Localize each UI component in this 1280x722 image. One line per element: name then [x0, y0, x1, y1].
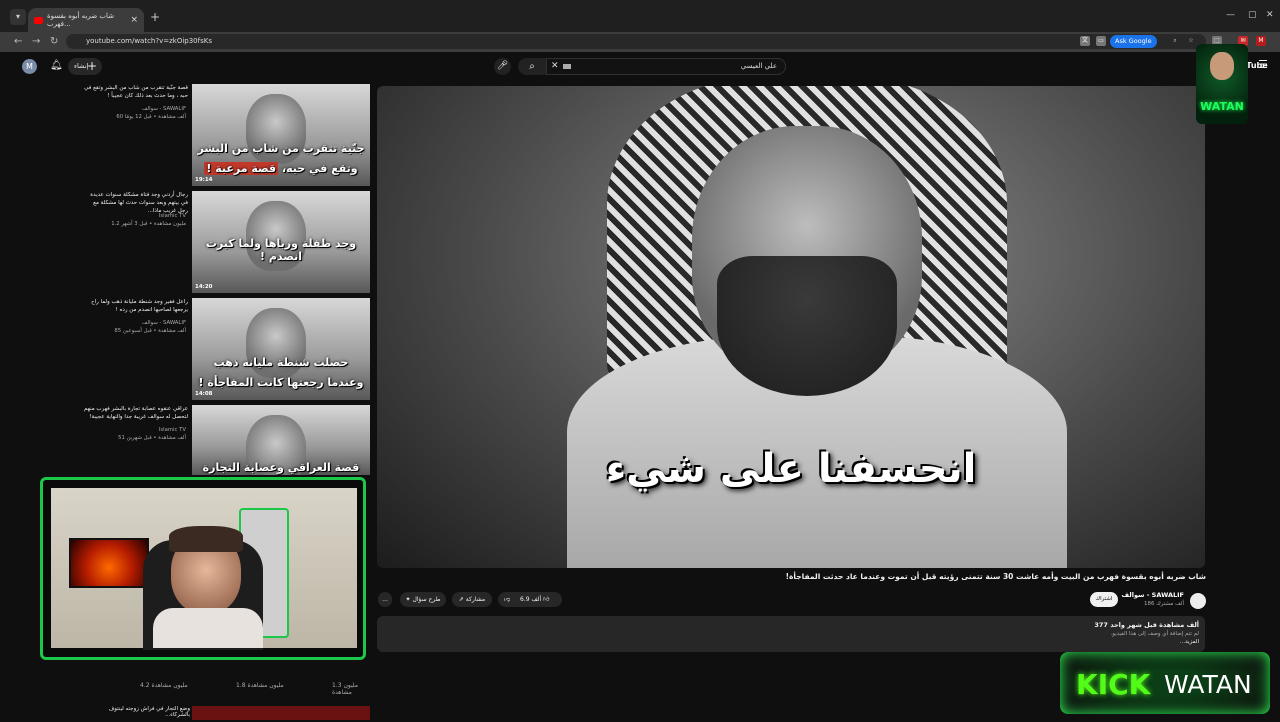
views-date: 377 ألف مشاهدة قبل شهر واحد [1094, 621, 1199, 629]
channel-avatar[interactable] [1190, 593, 1206, 609]
video-frame-beard [717, 256, 897, 396]
create-button[interactable]: إنشاء + [68, 58, 102, 75]
show-more-link[interactable]: ...المزيد [1180, 639, 1199, 645]
minimize-icon[interactable]: — [1226, 10, 1235, 20]
profile-icon[interactable]: M [1256, 36, 1266, 46]
rec-meta: 85 ألف مشاهدة • قبل أسبوعين [114, 328, 186, 334]
share-label: مشاركة [465, 596, 486, 603]
rec-title[interactable]: عراقي عنقوه عصابة تجارة بالبشر فهرب منهم… [82, 405, 188, 421]
url-field[interactable]: youtube.com/watch?v=zkOip30fsKs [66, 34, 1206, 49]
rec-meta: 1.3 مليون مشاهدة [332, 682, 358, 696]
ask-google-button[interactable]: Ask Google [1110, 35, 1157, 48]
rec-thumbnail[interactable] [192, 706, 370, 720]
share-icon: ⇗ [458, 596, 466, 603]
kick-channel-name: WATAN [1164, 670, 1252, 699]
like-count: 6.9 ألف [520, 596, 542, 603]
thumb-caption-highlight: قصة مرعبة ! [204, 162, 279, 175]
thumb-caption: قصة العراقي وعصابة التجارة بالبشر ! [202, 461, 360, 475]
browser-tab-active[interactable]: شاب ضربه أبوه بقسوة فهرب... × [28, 8, 144, 32]
video-subtitle-caption: انحسفنا على شيء [605, 446, 977, 492]
channel-info: سوالف - SAWALIF 186 ألف مشترك اشتراك [1090, 590, 1206, 612]
recommendation-card[interactable]: راعل فقير وجد شنطة مليانة ذهب ولما راح ي… [82, 298, 372, 402]
rec-meta: 60 ألف مشاهدة • قبل 12 يومًا [116, 114, 186, 120]
webcam-shirt-image [153, 608, 263, 648]
duration-badge: 14:08 [195, 391, 213, 397]
video-player[interactable]: انحسفنا على شيء [377, 86, 1205, 568]
rec-thumbnail[interactable]: جنّية تتقرب من شاب من البشر وتقع في حبه،… [192, 84, 370, 186]
more-actions-button[interactable]: ... [378, 592, 392, 607]
thumb-caption: جنّية تتقرب من شاب من البشر [197, 142, 365, 155]
close-window-icon[interactable]: ✕ [1266, 10, 1274, 20]
ask-label: طرح سؤال [412, 596, 441, 603]
watan-logo-avatar-image [1210, 52, 1234, 80]
duration-badge: 14:20 [195, 284, 213, 290]
subscriber-count: 186 ألف مشترك [1144, 601, 1184, 607]
rec-thumbnail[interactable]: حصلت شنطة مليانه ذهب وعندما رجعتها كانت … [192, 298, 370, 400]
menu-hamburger-icon[interactable]: ☰ [1258, 58, 1268, 71]
bookmark-star-icon[interactable]: ☆ [1186, 36, 1196, 46]
rec-title[interactable]: قصة جنّية تتقرب من شاب من البشر وتقع في … [82, 84, 188, 100]
reload-icon[interactable]: ↻ [50, 36, 58, 47]
rec-channel[interactable]: Islamic TV [159, 213, 186, 219]
ask-question-button[interactable]: ✦ طرح سؤال [400, 592, 446, 607]
keyboard-icon[interactable] [563, 64, 571, 69]
rec-meta: 51 ألف مشاهدة • قبل شهرين [118, 435, 186, 441]
watan-logo: WATAN [1196, 44, 1248, 124]
watan-logo-text: WATAN [1200, 100, 1244, 113]
description-text: لم تتم إضافة أي وصف إلى هذا الفيديو. [1110, 631, 1200, 637]
maximize-icon[interactable]: ▢ [1248, 10, 1257, 20]
video-title: شاب ضربه أبوه بقسوة فهرب من البيت وأمه ع… [785, 572, 1206, 581]
avatar[interactable]: M [22, 59, 37, 74]
cast-icon[interactable]: ▭ [1096, 36, 1106, 46]
back-icon[interactable]: ← [14, 36, 22, 47]
plus-icon: + [86, 59, 97, 73]
youtube-favicon-icon [34, 16, 43, 24]
rec-thumbnail[interactable]: قصة العراقي وعصابة التجارة بالبشر ! [192, 405, 370, 475]
notifications-bell-icon[interactable]: 🔔︎ [50, 60, 63, 71]
rec-channel[interactable]: سوالف - SAWALIF [142, 320, 186, 326]
streamer-webcam-overlay [40, 477, 366, 660]
browser-tab-strip [0, 0, 1280, 32]
close-tab-icon[interactable]: × [130, 15, 138, 25]
rec-meta: 1.8 مليون مشاهدة [236, 682, 284, 689]
subscribe-button[interactable]: اشتراك [1090, 592, 1118, 607]
like-icon[interactable]: 👍︎ [543, 596, 549, 603]
new-tab-icon[interactable]: + [150, 10, 160, 24]
forward-icon[interactable]: → [32, 36, 40, 47]
description-box[interactable]: 377 ألف مشاهدة قبل شهر واحد لم تتم إضافة… [377, 616, 1205, 652]
translate-icon[interactable]: 文 [1080, 36, 1090, 46]
like-dislike-group: 👎︎ 6.9 ألف 👍︎ [498, 592, 562, 607]
clear-search-icon[interactable]: ✕ [551, 59, 559, 74]
tab-title: شاب ضربه أبوه بقسوة فهرب... [46, 12, 114, 28]
thumb-caption-2: وعندما رجعتها كانت المفاجأة ! [198, 376, 364, 389]
tab-search-button[interactable]: ▾ [10, 9, 26, 25]
recommendation-card[interactable]: رجال أردني وجد فتاة مشكلة سنوات عديدة في… [82, 191, 372, 295]
rec-meta: 4.2 مليون مشاهدة [140, 682, 188, 689]
recommendation-card[interactable]: قصة جنّية تتقرب من شاب من البشر وتقع في … [82, 84, 372, 188]
zoom-icon[interactable]: ⌕ [1170, 36, 1180, 46]
share-button[interactable]: ⇗ مشاركة [452, 592, 492, 607]
thumb-caption-2: وتقع في حبه، [281, 162, 358, 175]
channel-name[interactable]: سوالف - SAWALIF [1122, 591, 1184, 599]
rec-channel[interactable]: Islamic TV [159, 427, 186, 433]
dislike-icon[interactable]: 👎︎ [504, 596, 510, 603]
search-query: علي العيسي [740, 62, 777, 70]
voice-search-mic-icon[interactable]: 🎤︎ [494, 58, 511, 75]
rec-title[interactable]: رجال أردني وجد فتاة مشكلة سنوات عديدة في… [82, 191, 188, 215]
rec-meta: 1.2 مليون مشاهدة • قبل 3 أشهر [111, 221, 186, 227]
rec-channel[interactable]: سوالف - SAWALIF [142, 106, 186, 112]
webcam-hair-image [169, 526, 243, 552]
rec-title[interactable]: راعل فقير وجد شنطة مليانة ذهب ولما راح ي… [82, 298, 188, 314]
duration-badge: 19:14 [195, 177, 213, 183]
thumb-caption: حصلت شنطة مليانه ذهب [213, 356, 349, 369]
search-button[interactable]: ⌕ [518, 58, 546, 75]
thumb-caption: وجد طفلة ورباها ولما كبرت انصدم ! [205, 237, 357, 263]
rec-title[interactable]: وضع التجار في فراش زوجته لينتوف بالشركاء… [90, 706, 190, 718]
kick-watan-badge: KICK WATAN [1060, 652, 1270, 714]
rec-thumbnail[interactable]: وجد طفلة ورباها ولما كبرت انصدم ! 14:20 [192, 191, 370, 293]
kick-logo-text: KICK [1076, 668, 1151, 701]
webcam-tv-image [69, 538, 149, 588]
search-input[interactable]: ✕ علي العيسي [546, 58, 786, 75]
